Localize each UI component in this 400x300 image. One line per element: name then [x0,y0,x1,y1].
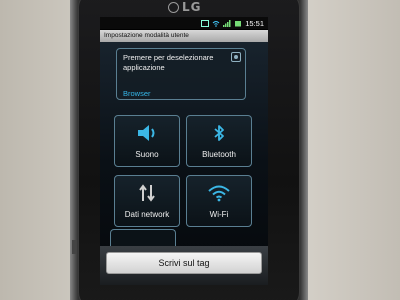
nfc-card-app: Browser [123,89,151,98]
signal-icon [223,19,231,27]
nfc-app-card[interactable]: Premere per deselezionare applicazione B… [116,48,246,100]
side-button [72,240,76,254]
settings-icon[interactable] [231,52,241,62]
nfc-card-message: Premere per deselezionare applicazione [123,53,214,72]
bottom-bar: Scrivi sul tag [100,246,268,285]
battery-icon [235,20,242,26]
tile-sound[interactable]: Suono [114,115,180,167]
write-tag-button[interactable]: Scrivi sul tag [106,252,262,274]
tile-data-network-label: Dati network [124,210,170,219]
tile-sound-label: Suono [135,150,159,159]
lg-logo-icon [168,1,179,13]
tile-data-network[interactable]: Dati network [114,175,180,227]
tile-bluetooth-label: Bluetooth [202,150,236,159]
tile-bluetooth[interactable]: Bluetooth [186,115,252,167]
status-bar: 15:51 [100,17,268,29]
speaker-icon [138,125,155,141]
wifi-status-icon [212,20,220,27]
tile-wifi-label: Wi-Fi [209,210,229,219]
status-time: 15:51 [245,18,264,28]
tile-wifi[interactable]: Wi-Fi [186,175,252,227]
phone-screen: 15:51 Impostazione modalità utente Preme… [100,17,268,285]
wifi-icon [208,185,230,202]
brand-logo: LG [168,0,218,14]
data-arrows-icon [139,184,155,202]
screen-title: Impostazione modalità utente [100,30,268,42]
nfc-status-icon [201,19,210,27]
bluetooth-icon [214,125,224,141]
brand-name: LG [182,0,202,14]
